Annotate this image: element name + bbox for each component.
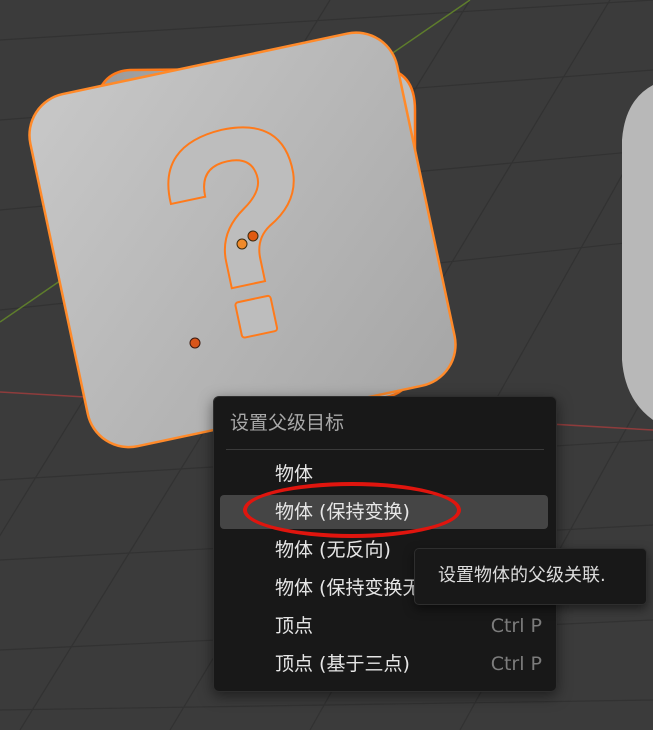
object-origin-dot: [247, 230, 259, 242]
side-object: [622, 85, 653, 420]
question-dot: [234, 294, 279, 339]
menu-item-shortcut: Ctrl P: [490, 653, 542, 675]
menu-item-label: 物体: [275, 463, 314, 485]
menu-item-object[interactable]: 物体: [220, 457, 548, 491]
set-parent-target-menu: 设置父级目标 物体 物体 (保持变换) 物体 (无反向) 物体 (保持变换无反向…: [213, 396, 557, 692]
menu-separator: [226, 449, 544, 450]
menu-item-vertex-triangle[interactable]: 顶点 (基于三点) Ctrl P: [220, 647, 548, 681]
tooltip-text: 设置物体的父级关联.: [438, 565, 606, 586]
menu-item-vertex[interactable]: 顶点 Ctrl P: [220, 609, 548, 643]
menu-item-object-keep-transform[interactable]: 物体 (保持变换): [220, 495, 548, 529]
menu-item-label: 顶点: [275, 615, 314, 637]
object-origin-dot: [236, 238, 248, 250]
menu-item-label: 物体 (保持变换): [275, 501, 410, 523]
menu-item-label: 物体 (无反向): [275, 539, 391, 561]
object-origin-dot: [189, 337, 201, 349]
menu-item-label: 顶点 (基于三点): [275, 653, 410, 675]
menu-title: 设置父级目标: [230, 412, 345, 434]
menu-item-shortcut: Ctrl P: [490, 615, 542, 637]
tooltip: 设置物体的父级关联.: [414, 548, 647, 605]
